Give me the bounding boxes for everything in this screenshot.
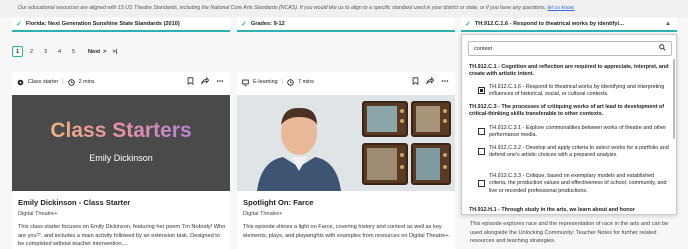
chevron-right-icon: >	[103, 48, 107, 55]
card-actions	[412, 77, 449, 85]
search-icon	[659, 44, 666, 51]
tv-knob	[400, 153, 404, 157]
card-description: This episode shines a light on Farce, co…	[243, 224, 451, 239]
bookmark-icon[interactable]	[187, 77, 194, 85]
class-starter-icon	[17, 79, 24, 85]
standard-option[interactable]: TH.912.C.1.6 - Respond to theatrical wor…	[489, 84, 669, 99]
card-description: This class starter focuses on Emily Dick…	[18, 224, 226, 247]
let-us-know-link[interactable]: let us know.	[548, 5, 575, 11]
tv-knob	[400, 109, 404, 113]
tv-frame	[362, 143, 408, 185]
thumbnail-title: Class Starters	[12, 119, 230, 143]
check-icon: ✓	[241, 21, 247, 28]
page-4-button[interactable]: 4	[54, 46, 65, 57]
alignment-notice: Our educational resources are aligned wi…	[0, 0, 688, 17]
check-icon: ✓	[16, 21, 22, 28]
page-1-button[interactable]: 1	[12, 46, 23, 57]
card-meta: Class starter | 2 mins	[12, 72, 230, 92]
standard-code-filter[interactable]: ✓ TH.912.C.1.6 - Respond to theatrical w…	[461, 18, 677, 32]
card-title[interactable]: Spotlight On: Farce	[243, 198, 313, 207]
meta-separator: |	[62, 79, 64, 85]
next-page-button[interactable]: Next >	[88, 49, 106, 55]
standard-group-heading: TH.912.H.1 - Through study in the arts, …	[469, 207, 635, 213]
more-icon[interactable]	[216, 77, 224, 85]
search-value: context	[474, 46, 493, 52]
standard-checkbox[interactable]	[478, 128, 485, 135]
filter-label-standard: Florida: Next Generation Sunshine State …	[25, 21, 180, 27]
tv-knob	[400, 165, 404, 169]
filter-label-grade: Grades: 9-12	[250, 21, 285, 27]
resource-card[interactable]: Class starter | 2 mins Class Starters Em…	[12, 72, 230, 249]
thumbnail-subtitle: Emily Dickinson	[89, 153, 153, 163]
clock-icon	[287, 78, 294, 86]
card-actions	[187, 77, 224, 85]
check-icon: ✓	[465, 21, 471, 28]
tv-knob	[443, 165, 447, 169]
tv-frame	[362, 101, 408, 137]
tv-frame	[411, 101, 451, 137]
resource-card[interactable]: E-learning | 7 mins Spotlight On: Farce …	[237, 72, 455, 249]
meta-separator: |	[281, 79, 283, 85]
clock-icon	[67, 78, 75, 86]
monitor-icon	[242, 79, 249, 86]
standard-checkbox[interactable]	[478, 148, 485, 155]
standard-checkbox[interactable]	[478, 180, 485, 187]
bookmark-icon[interactable]	[412, 77, 419, 85]
card-title[interactable]: Emily Dickinson - Class Starter	[18, 198, 130, 207]
share-icon[interactable]	[201, 77, 209, 85]
pagination: 1 2 3 4 5 Next > >|	[12, 46, 120, 57]
card-publisher: Digital Theatre+	[18, 211, 58, 217]
page-5-button[interactable]: 5	[68, 46, 79, 57]
tv-knob	[400, 119, 404, 123]
tv-knob	[443, 109, 447, 113]
card-duration: 7 mins	[297, 79, 314, 85]
more-icon[interactable]	[441, 77, 449, 85]
card-description: This episode explores race and the repre…	[470, 221, 669, 244]
tv-frame	[411, 143, 451, 185]
tv-screen	[367, 148, 397, 180]
card-meta: E-learning | 7 mins	[237, 72, 455, 92]
card-type: Class starter	[28, 79, 59, 85]
standard-checkbox[interactable]	[478, 87, 485, 94]
card-thumbnail[interactable]	[237, 95, 455, 191]
grade-filter[interactable]: ✓ Grades: 9-12	[237, 18, 455, 32]
tv-knob	[443, 153, 447, 157]
page-2-button[interactable]: 2	[26, 46, 37, 57]
standard-option[interactable]: TH.912.C.3.2 - Develop and apply criteri…	[489, 145, 669, 160]
standard-option[interactable]: TH.912.C.3.3 - Critique, based on exempl…	[489, 173, 669, 195]
standards-dropdown: context TH.912.C.1 - Cognition and refle…	[461, 34, 677, 215]
last-page-icon[interactable]: >|	[109, 46, 120, 57]
tv-knob	[443, 119, 447, 123]
share-icon[interactable]	[426, 77, 434, 85]
notice-text: Our educational resources are aligned wi…	[18, 5, 547, 11]
caret-up-icon: ▲	[665, 21, 671, 27]
card-duration: 2 mins	[78, 79, 95, 85]
tv-screen	[367, 106, 397, 132]
tv-screen	[416, 106, 440, 132]
tv-screen	[416, 148, 440, 180]
filter-label-code: TH.912.C.1.6 - Respond to theatrical wor…	[474, 21, 624, 27]
state-standard-filter[interactable]: ✓ Florida: Next Generation Sunshine Stat…	[12, 18, 230, 32]
standards-search-input[interactable]: context	[468, 41, 672, 56]
standard-group-heading: TH.912.C.3 - The processes of critiquing…	[469, 104, 665, 118]
dropdown-scrollbar[interactable]	[673, 59, 675, 139]
next-label: Next	[88, 48, 101, 55]
standard-group-heading: TH.912.C.1 - Cognition and reflection ar…	[469, 64, 669, 78]
standard-option[interactable]: TH.912.C.3.1 - Explore commonalities bet…	[489, 125, 669, 140]
card-publisher: Digital Theatre+	[243, 211, 283, 217]
card-type: E-learning	[253, 79, 278, 85]
page-3-button[interactable]: 3	[40, 46, 51, 57]
card-thumbnail[interactable]: Class Starters Emily Dickinson	[12, 95, 230, 191]
